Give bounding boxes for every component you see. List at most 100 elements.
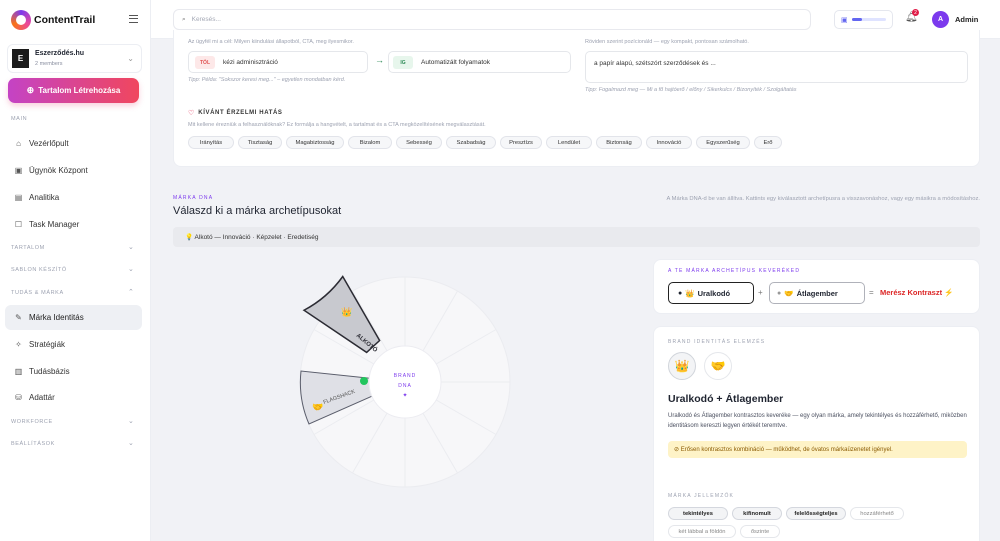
sidebar-item-strategies[interactable]: ✧ Stratégiák [5,332,142,357]
sidebar-item-brand-identity[interactable]: ✎ Márka Identitás [5,305,142,330]
section-tartalom[interactable]: TARTALOM [11,245,45,251]
combo-second: Átlagember [796,288,838,298]
sidebar-item-label: Ügynök Központ [29,166,88,175]
shield-icon: ● [777,289,782,297]
brand-icon: ✎ [15,313,22,322]
brand-identity-card: BRAND IDENTITÁS ELEMZÉS 👑 🤝 Uralkodó + Á… [653,326,980,541]
emotion-subtitle: Mit kellene érezniük a felhasználóknak? … [188,122,486,128]
wheel-center-line1: BRAND [394,373,417,379]
positioning-textarea[interactable]: a papír alapú, szétszórt szerződések és … [585,51,968,83]
chevron-down-icon[interactable]: ⌄ [128,265,134,273]
emotion-chip[interactable]: Erő [754,136,782,149]
create-content-button[interactable]: ⊕ Tartalom Létrehozása [8,78,139,103]
plus-icon: ⊕ [26,85,35,95]
user-name[interactable]: Admin [955,15,978,24]
chevron-down-icon[interactable]: ⌄ [128,243,134,251]
wheel-center-line2: DNA [398,383,412,389]
agent-icon: ▣ [14,166,23,175]
logo-icon [11,10,31,30]
chevron-down-icon: ⌄ [127,54,134,63]
search-icon: ⌕ [182,15,186,23]
strategy-icon: ✧ [15,340,22,349]
emotion-chip[interactable]: Irányítás [188,136,234,149]
trait-chip[interactable]: kifinomult [732,507,782,520]
emotion-chip[interactable]: Tisztaság [238,136,282,149]
combo-equals: = [869,288,874,297]
emotion-chip[interactable]: Sebesség [396,136,442,149]
app-logo[interactable]: ContentTrail [11,10,95,30]
sidebar-item-task-manager[interactable]: ☐ Task Manager [5,212,142,237]
handshake-icon: 🤝 [784,288,794,298]
emotion-heading: ♡ KÍVÁNT ÉRZELMI HATÁS [188,109,283,117]
check-icon [360,377,368,385]
home-icon: ⌂ [16,139,21,148]
sidebar-item-label: Stratégiák [29,340,66,349]
crown-icon: 👑 [341,307,352,317]
tip-text: 💡 Alkotó — Innováció · Képzelet · Eredet… [185,234,319,241]
combo-second-chip[interactable]: ● 🤝 Átlagember [769,282,865,304]
sidebar-item-data-store[interactable]: ⛁ Adattár [5,385,142,410]
archetype-tip-bar: 💡 Alkotó — Innováció · Képzelet · Eredet… [173,227,980,247]
trait-chip[interactable]: felelősségteljes [786,507,846,520]
section-main-label: MAIN [11,116,28,122]
book-icon: ▥ [14,367,23,376]
traits-kicker: MÁRKA JELLEMZŐK [668,493,735,499]
combo-first-chip[interactable]: ● 👑 Uralkodó [668,282,754,304]
section-beallitasok[interactable]: BEÁLLÍTÁSOK [11,441,55,447]
search-placeholder: Keresés... [191,16,221,23]
sidebar-item-label: Márka Identitás [29,313,84,322]
sidebar-item-label: Tudásbázis [29,367,70,376]
from-text: kézi adminisztráció [223,59,278,66]
notification-badge: 2 [912,9,919,16]
emotion-chip[interactable]: Innováció [646,136,692,149]
identity-kicker: BRAND IDENTITÁS ELEMZÉS [668,339,766,345]
emotion-chip[interactable]: Lendület [546,136,592,149]
emotion-chip[interactable]: Presztízs [500,136,542,149]
task-icon: ☐ [14,220,23,229]
heart-icon: ♡ [188,110,195,117]
chip-icon: ▣ [841,16,848,24]
emotion-chip[interactable]: Magabiztosság [286,136,344,149]
to-field[interactable]: IG Automatizált folyamatok [388,51,571,73]
chevron-down-icon[interactable]: ⌄ [128,439,134,447]
emotion-chip[interactable]: Egyszerűség [696,136,750,149]
positioning-value: a papír alapú, szétszórt szerződések és … [594,60,716,67]
workspace-name: Eszerződés.hu [35,50,85,57]
combo-first: Uralkodó [697,288,731,298]
workspace-switcher[interactable]: E Eszerződés.hu 2 members ⌄ [7,44,142,73]
section-kicker: MÁRKA DNA [173,195,214,201]
sidebar-item-dashboard[interactable]: ⌂ Vezérlőpult [5,131,142,156]
dot-icon: ● [678,289,683,297]
sidebar-item-knowledge-base[interactable]: ▥ Tudásbázis [5,359,142,384]
from-field[interactable]: TÓL kézi adminisztráció [188,51,368,73]
usage-meter[interactable]: ▣ [834,10,893,29]
archetype-wheel[interactable]: ALKOTÓ FLAGSHACK 👑 🤝 BRAND DNA ✦ [290,267,520,497]
emotion-chip[interactable]: Bizalom [348,136,392,149]
sidebar-item-analytics[interactable]: ▤ Analitika [5,185,142,210]
search-input[interactable]: ⌕ Keresés... [173,9,811,30]
workspace-avatar: E [12,49,29,68]
sparkle-icon: ✦ [402,392,407,399]
combo-result: Merész Kontraszt ⚡ [880,288,954,297]
trait-chip[interactable]: hozzáférhető [850,507,904,520]
trait-chip[interactable]: őszinte [740,525,780,538]
section-sablon[interactable]: SABLON KÉSZÍTŐ [11,267,67,273]
menu-toggle-icon[interactable] [129,15,138,23]
warning-text: ⊘ Erősen kontrasztos kombináció — működh… [674,447,893,453]
section-note: A Márka DNA-d be van állítva. Kattints e… [666,196,981,202]
section-title: Válaszd ki a márka archetípusokat [173,205,342,217]
sidebar-item-agents[interactable]: ▣ Ügynök Központ [5,158,142,183]
identity-description: Uralkodó és Átlagember kontrasztos kever… [668,413,967,429]
trait-chip[interactable]: tekintélyes [668,507,728,520]
user-avatar[interactable]: A [932,11,949,28]
section-tudas[interactable]: TUDÁS & MÁRKA [11,290,64,296]
section-workforce[interactable]: WORKFORCE [11,419,53,425]
from-tag: TÓL [195,56,215,69]
emotion-chip[interactable]: Biztonság [596,136,642,149]
chevron-up-icon[interactable]: ⌃ [128,288,134,296]
emotion-chip[interactable]: Szabadság [446,136,496,149]
brand-setup-card: Az ügyfél mi a cél: Milyen kiindulási ál… [173,30,980,167]
sidebar-item-label: Task Manager [29,220,80,229]
trait-chip[interactable]: két lábbal a földön [668,525,736,538]
chevron-down-icon[interactable]: ⌄ [128,417,134,425]
